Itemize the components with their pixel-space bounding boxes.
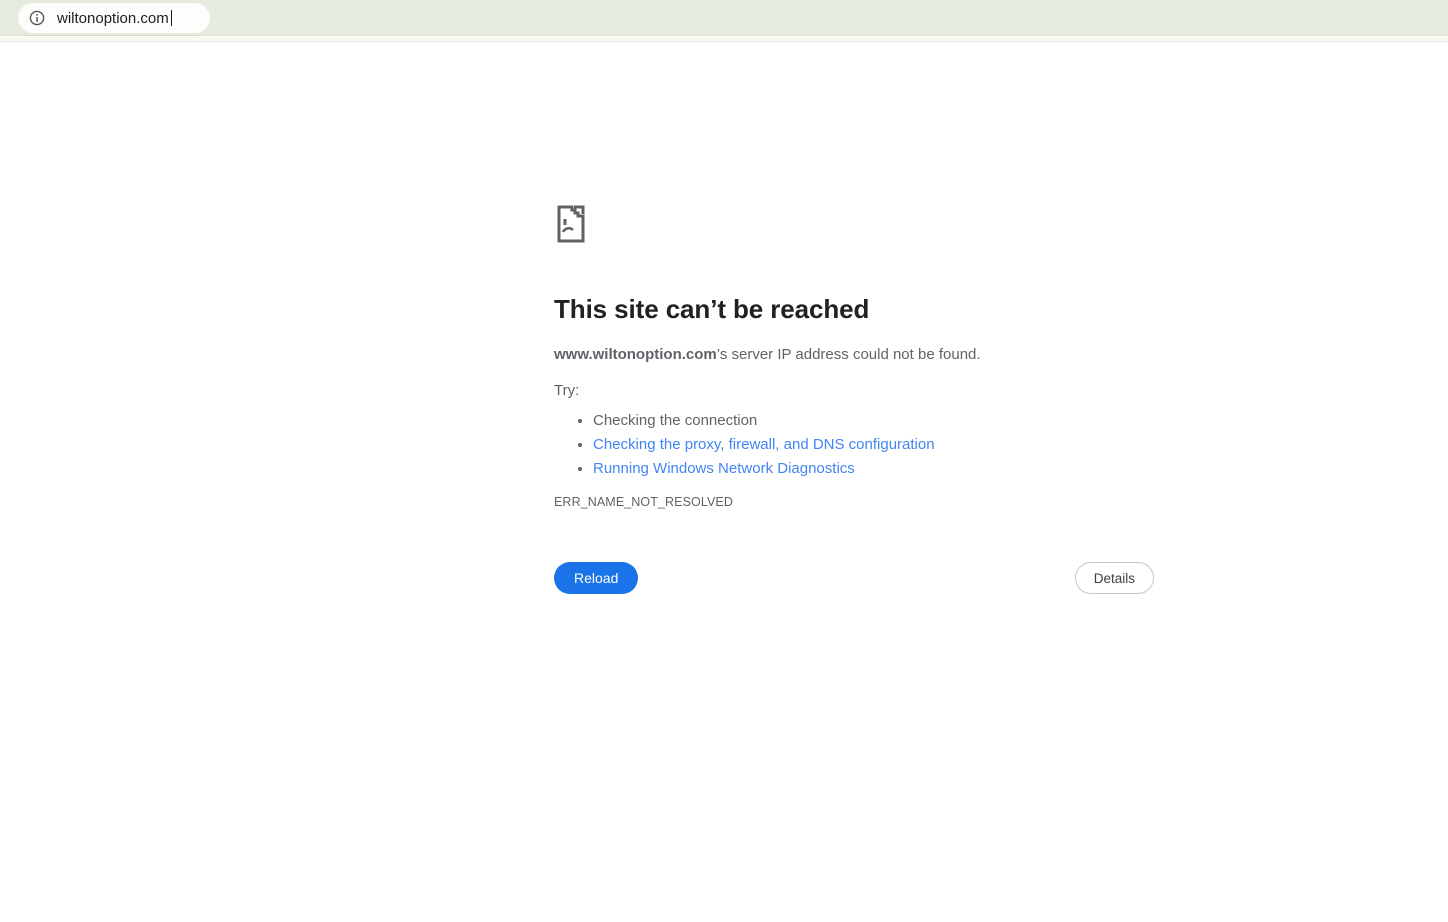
proxy-firewall-dns-link[interactable]: Checking the proxy, firewall, and DNS co…: [593, 436, 935, 453]
error-subtitle: www.wiltonoption.com’s server IP address…: [554, 345, 1154, 365]
error-page-content: This site can’t be reached www.wiltonopt…: [554, 203, 1154, 594]
error-title: This site can’t be reached: [554, 294, 870, 324]
reload-button[interactable]: Reload: [554, 562, 639, 594]
suggestion-item: Checking the proxy, firewall, and DNS co…: [593, 433, 1154, 457]
network-diagnostics-link[interactable]: Running Windows Network Diagnostics: [593, 460, 855, 477]
error-code: ERR_NAME_NOT_RESOLVED: [554, 495, 733, 509]
suggestion-text: Checking the connection: [593, 412, 758, 429]
suggestion-item: Running Windows Network Diagnostics: [593, 457, 1154, 481]
sad-file-icon: [557, 205, 585, 243]
try-label: Try:: [554, 382, 580, 399]
suggestion-item: Checking the connection: [593, 409, 1154, 433]
error-subtitle-rest: ’s server IP address could not be found.: [716, 346, 981, 363]
text-caret: [170, 10, 173, 26]
error-domain: www.wiltonoption.com: [554, 346, 717, 363]
toolbar-lower-strip: [0, 37, 1448, 42]
details-button[interactable]: Details: [1074, 562, 1154, 594]
page-info-icon[interactable]: [29, 10, 45, 26]
suggestion-list: Checking the connection Checking the pro…: [554, 409, 1154, 481]
button-row: Reload Details: [554, 562, 1154, 594]
browser-toolbar: wiltonoption.com: [0, 0, 1448, 36]
url-text[interactable]: wiltonoption.com: [57, 10, 169, 27]
address-bar[interactable]: wiltonoption.com: [18, 3, 210, 33]
